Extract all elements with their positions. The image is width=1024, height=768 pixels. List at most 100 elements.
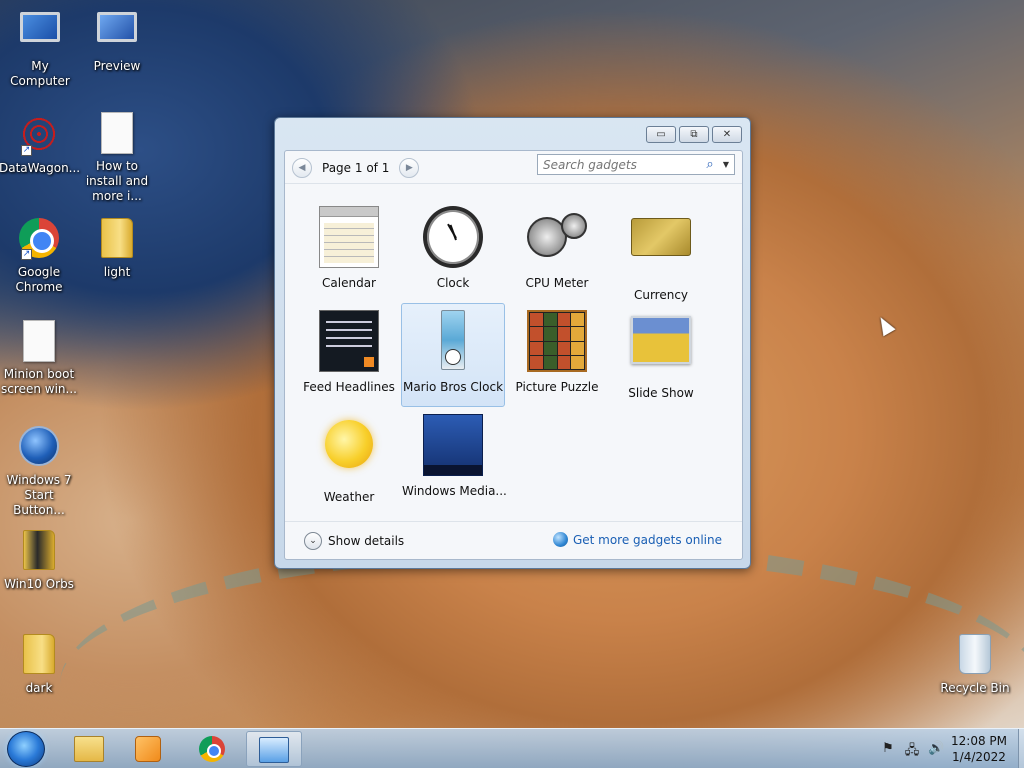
gadget-feed-headlines[interactable]: Feed Headlines xyxy=(297,303,401,407)
gadget-gallery-window: ▭ ⧉ ✕ ◀ Page 1 of 1 ▶ ⌕ ▼ Calendar Clock xyxy=(274,117,751,569)
shortcut-arrow-icon: ↗ xyxy=(21,145,32,156)
pager: ◀ Page 1 of 1 ▶ xyxy=(292,158,420,178)
gadget-slide-show[interactable]: Slide Show xyxy=(609,303,713,407)
calendar-icon xyxy=(319,206,379,268)
desktop-icon-windows7-start-button[interactable]: Windows 7 Start Button... xyxy=(0,424,79,518)
gadget-label: Slide Show xyxy=(628,386,694,400)
desktop-icon-my-computer[interactable]: My Computer xyxy=(0,8,80,89)
folder-icon xyxy=(74,736,104,762)
desktop-icon-dark-folder[interactable]: dark xyxy=(0,632,79,696)
close-button[interactable]: ✕ xyxy=(712,126,742,143)
desktop-icon-label: DataWagon... xyxy=(0,161,81,175)
gadget-cpu-meter[interactable]: CPU Meter xyxy=(505,199,609,303)
cpu-meter-icon xyxy=(527,206,587,268)
desktop-icon-minion-boot[interactable]: Minion boot screen win... xyxy=(0,320,79,397)
desktop-icon-preview[interactable]: Preview xyxy=(77,8,157,74)
folder-icon xyxy=(17,634,61,678)
picture-puzzle-icon xyxy=(527,310,587,372)
gadget-label: Picture Puzzle xyxy=(515,380,599,394)
taskbar-media-player-button[interactable] xyxy=(120,731,176,767)
desktop-icon-label: How to install and more i... xyxy=(85,159,149,203)
desktop-icon-datawagon[interactable]: ↗ DataWagon... xyxy=(0,112,81,176)
desktop-icon-label: dark xyxy=(25,681,53,695)
window-controls: ▭ ⧉ ✕ xyxy=(646,126,742,143)
gadget-label: Mario Bros Clock xyxy=(402,380,504,394)
taskbar-explorer-button[interactable] xyxy=(61,731,117,767)
gadget-label: Windows Media... xyxy=(402,484,507,498)
desktop-icon-label: light xyxy=(103,265,131,279)
mouse-cursor-icon xyxy=(874,313,896,337)
desktop-icon-label: My Computer xyxy=(10,59,70,88)
preview-icon xyxy=(95,12,139,56)
search-gadgets-box: ⌕ ▼ xyxy=(537,154,735,175)
search-input[interactable] xyxy=(538,155,702,174)
recycle-bin-icon xyxy=(953,634,997,678)
search-dropdown-button[interactable]: ▼ xyxy=(718,160,734,169)
gadget-label: Currency xyxy=(633,288,689,302)
restore-button[interactable]: ⧉ xyxy=(679,126,709,143)
start-button[interactable] xyxy=(7,731,45,767)
desktop-icon-label: Recycle Bin xyxy=(940,681,1010,695)
network-icon[interactable]: 🖧 xyxy=(904,741,920,763)
shortcut-arrow-icon: ↗ xyxy=(21,249,32,260)
page-prev-button[interactable]: ◀ xyxy=(292,158,312,178)
minimize-button[interactable]: ▭ xyxy=(646,126,676,143)
slide-show-icon xyxy=(631,316,691,378)
taskbar-chrome-button[interactable] xyxy=(184,731,240,767)
page-next-button[interactable]: ▶ xyxy=(399,158,420,178)
desktop-icon-label: Google Chrome xyxy=(15,265,63,294)
taskbar-gadgets-button[interactable] xyxy=(246,731,302,767)
action-center-flag-icon[interactable]: ⚑ xyxy=(880,741,896,763)
volume-icon[interactable]: 🔊 xyxy=(928,741,944,763)
document-icon xyxy=(17,320,61,364)
computer-icon xyxy=(18,12,62,56)
gadget-windows-media-center[interactable]: Windows Media... xyxy=(401,407,507,511)
show-details-label: Show details xyxy=(328,534,405,548)
get-more-gadgets-label: Get more gadgets online xyxy=(572,532,722,547)
chevron-left-icon: ◀ xyxy=(298,163,306,173)
page-indicator: Page 1 of 1 xyxy=(322,161,390,175)
folder-icon xyxy=(95,218,139,262)
desktop-icon-label: Windows 7 Start Button... xyxy=(6,473,72,517)
gadget-grid: Calendar Clock CPU Meter Currency Feed H… xyxy=(297,199,717,511)
divider xyxy=(285,183,742,184)
show-desktop-button[interactable] xyxy=(1018,729,1024,768)
spiderweb-icon: ↗ xyxy=(17,114,61,158)
globe-icon xyxy=(552,532,568,547)
chevron-down-icon: ⌄ xyxy=(304,532,322,550)
desktop-icon-label: Minion boot screen win... xyxy=(1,367,77,396)
gadget-label: Clock xyxy=(436,276,470,290)
search-icon[interactable]: ⌕ xyxy=(702,157,718,172)
desktop-icon-how-to-install[interactable]: How to install and more i... xyxy=(77,112,157,204)
document-icon xyxy=(95,112,139,156)
gadget-weather[interactable]: Weather xyxy=(297,407,401,511)
clock-date: 1/4/2022 xyxy=(952,750,1006,764)
close-icon: ✕ xyxy=(722,129,732,140)
get-more-gadgets-link[interactable]: Get more gadgets online xyxy=(552,532,722,547)
notification-area: ⚑ 🖧 🔊 xyxy=(880,741,944,763)
gadget-mario-bros-clock[interactable]: Mario Bros Clock xyxy=(401,303,505,407)
gadget-currency[interactable]: Currency xyxy=(609,199,713,303)
gadget-calendar[interactable]: Calendar xyxy=(297,199,401,303)
taskbar: ⚑ 🖧 🔊 12:08 PM 1/4/2022 xyxy=(0,728,1024,768)
folder-icon xyxy=(17,530,61,574)
desktop-icon-light-folder[interactable]: light xyxy=(77,216,157,280)
desktop-icon-win10-orbs[interactable]: Win10 Orbs xyxy=(0,528,79,592)
weather-sun-icon xyxy=(319,420,379,482)
gadget-label: CPU Meter xyxy=(525,276,589,290)
gadget-label: Calendar xyxy=(322,276,376,290)
gadget-picture-puzzle[interactable]: Picture Puzzle xyxy=(505,303,609,407)
gadget-clock[interactable]: Clock xyxy=(401,199,505,303)
gadget-gallery-content: ◀ Page 1 of 1 ▶ ⌕ ▼ Calendar Clock CPU M… xyxy=(284,150,743,560)
desktop-icon-google-chrome[interactable]: ↗ Google Chrome xyxy=(0,216,79,295)
mario-clock-icon xyxy=(423,310,483,372)
currency-icon xyxy=(631,218,691,280)
gadget-label: Feed Headlines xyxy=(303,380,395,394)
gadget-label: Weather xyxy=(323,490,375,504)
clock-time: 12:08 PM xyxy=(951,734,1007,748)
desktop-icon-recycle-bin[interactable]: Recycle Bin xyxy=(935,632,1015,696)
taskbar-clock[interactable]: 12:08 PM 1/4/2022 xyxy=(944,733,1014,765)
show-details-toggle[interactable]: ⌄ Show details xyxy=(304,532,404,550)
desktop-icon-label: Preview xyxy=(93,59,141,73)
divider xyxy=(285,521,742,522)
